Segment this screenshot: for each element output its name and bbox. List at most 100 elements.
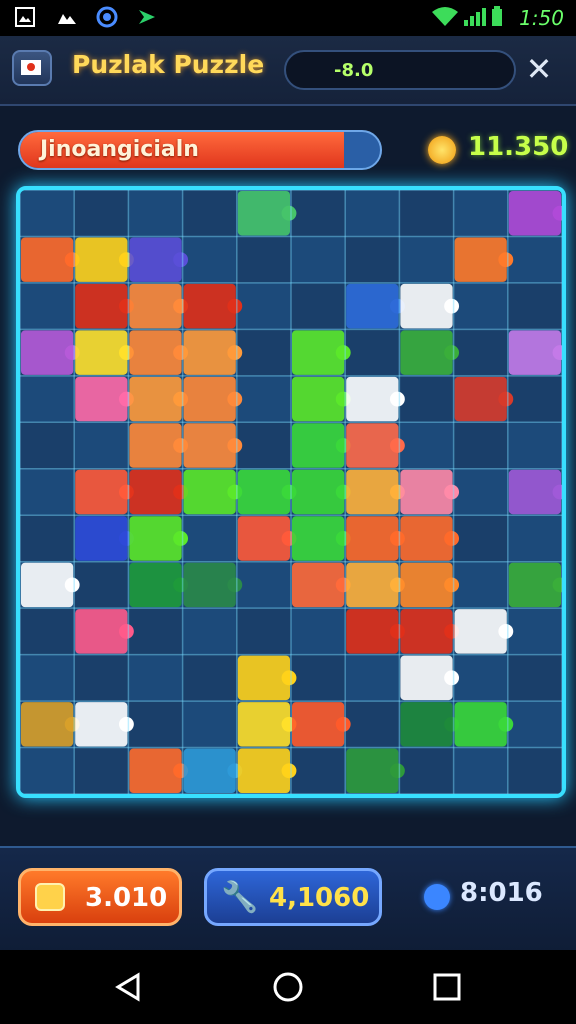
puzzle-piece[interactable] xyxy=(129,376,189,422)
puzzle-piece[interactable] xyxy=(346,376,405,422)
puzzle-piece[interactable] xyxy=(400,562,460,608)
puzzle-piece[interactable] xyxy=(129,516,189,561)
puzzle-piece[interactable] xyxy=(75,237,134,282)
puzzle-piece[interactable] xyxy=(237,655,297,701)
board-cell xyxy=(182,654,237,702)
puzzle-piece[interactable] xyxy=(21,237,80,282)
board-cell xyxy=(20,468,75,516)
image-icon xyxy=(15,7,35,27)
board-cell xyxy=(399,375,454,423)
timer-value: 8:016 xyxy=(460,878,543,908)
puzzle-piece[interactable] xyxy=(21,702,80,747)
wrench-icon: 🔧 xyxy=(221,880,259,915)
board-cell xyxy=(74,654,129,702)
close-icon: ✕ xyxy=(525,50,553,88)
puzzle-piece[interactable] xyxy=(400,469,460,515)
moves-button[interactable]: 3.010 xyxy=(18,868,182,926)
puzzle-piece[interactable] xyxy=(21,562,80,608)
back-icon[interactable] xyxy=(112,970,146,1004)
puzzle-piece[interactable] xyxy=(75,283,134,329)
puzzle-piece[interactable] xyxy=(508,562,562,608)
close-button[interactable]: ✕ xyxy=(522,52,556,86)
puzzle-piece[interactable] xyxy=(346,423,405,468)
navigation-bar xyxy=(0,950,576,1024)
puzzle-piece[interactable] xyxy=(21,330,80,375)
puzzle-piece[interactable] xyxy=(292,423,351,468)
puzzle-piece[interactable] xyxy=(508,469,562,515)
home-icon[interactable] xyxy=(271,970,305,1004)
puzzle-piece[interactable] xyxy=(129,283,189,329)
puzzle-piece[interactable] xyxy=(183,469,243,515)
puzzle-piece[interactable] xyxy=(400,283,460,329)
puzzle-piece[interactable] xyxy=(75,330,134,375)
puzzle-piece[interactable] xyxy=(75,376,134,422)
footer-bar: 3.010 🔧 4,1060 8:016 xyxy=(0,846,576,952)
puzzle-piece[interactable] xyxy=(400,609,460,654)
tool-button[interactable]: 🔧 4,1060 xyxy=(204,868,382,926)
puzzle-piece[interactable] xyxy=(400,516,460,561)
puzzle-piece[interactable] xyxy=(75,469,134,515)
puzzle-piece[interactable] xyxy=(346,516,405,561)
puzzle-piece[interactable] xyxy=(129,748,189,793)
moves-icon xyxy=(35,883,65,911)
puzzle-piece[interactable] xyxy=(346,609,405,654)
puzzle-piece[interactable] xyxy=(75,702,134,747)
puzzle-piece[interactable] xyxy=(400,655,460,701)
puzzle-piece[interactable] xyxy=(454,237,514,282)
puzzle-piece[interactable] xyxy=(346,469,405,515)
board-cell xyxy=(182,701,237,748)
puzzle-piece[interactable] xyxy=(129,562,189,608)
board-cell xyxy=(345,654,400,702)
puzzle-piece[interactable] xyxy=(346,562,405,608)
puzzle-piece[interactable] xyxy=(183,283,243,329)
puzzle-piece[interactable] xyxy=(346,283,405,329)
puzzle-piece[interactable] xyxy=(75,609,134,654)
puzzle-piece[interactable] xyxy=(508,191,562,236)
status-time: 1:50 xyxy=(519,6,564,30)
board-cell xyxy=(453,654,508,702)
board-cell xyxy=(291,190,346,237)
puzzle-board[interactable] xyxy=(16,186,566,798)
puzzle-piece[interactable] xyxy=(454,609,514,654)
puzzle-piece[interactable] xyxy=(508,330,562,375)
puzzle-piece[interactable] xyxy=(237,191,297,236)
flag-icon xyxy=(21,60,41,75)
progress-label: Jinoangicialn xyxy=(40,137,199,162)
puzzle-piece[interactable] xyxy=(183,330,243,375)
puzzle-piece[interactable] xyxy=(292,376,351,422)
board-cell xyxy=(236,375,291,423)
flag-button[interactable] xyxy=(12,50,52,86)
puzzle-piece[interactable] xyxy=(183,423,243,468)
puzzle-piece[interactable] xyxy=(129,330,189,375)
board-cell xyxy=(74,747,129,794)
puzzle-piece[interactable] xyxy=(237,702,297,747)
signal-icon xyxy=(464,8,486,26)
puzzle-piece[interactable] xyxy=(237,516,297,561)
puzzle-piece[interactable] xyxy=(237,469,297,515)
puzzle-piece[interactable] xyxy=(129,423,189,468)
board-cell xyxy=(507,236,562,283)
puzzle-piece[interactable] xyxy=(183,562,243,608)
board-cell xyxy=(236,236,291,283)
board-cell xyxy=(453,190,508,237)
board-cell xyxy=(507,608,562,655)
puzzle-piece[interactable] xyxy=(292,469,351,515)
puzzle-piece[interactable] xyxy=(400,330,460,375)
puzzle-piece[interactable] xyxy=(346,748,405,793)
puzzle-piece[interactable] xyxy=(129,469,189,515)
puzzle-piece[interactable] xyxy=(292,516,351,561)
puzzle-piece[interactable] xyxy=(183,748,243,793)
board-cell xyxy=(128,654,183,702)
puzzle-piece[interactable] xyxy=(454,702,514,747)
puzzle-piece[interactable] xyxy=(75,516,134,561)
puzzle-piece[interactable] xyxy=(454,376,514,422)
puzzle-piece[interactable] xyxy=(237,748,297,793)
puzzle-piece[interactable] xyxy=(129,237,189,282)
puzzle-piece[interactable] xyxy=(400,702,460,747)
recents-icon[interactable] xyxy=(430,970,464,1004)
puzzle-piece[interactable] xyxy=(183,376,243,422)
puzzle-piece[interactable] xyxy=(292,330,351,375)
board-cell xyxy=(453,561,508,609)
puzzle-piece[interactable] xyxy=(292,562,351,608)
puzzle-piece[interactable] xyxy=(292,702,351,747)
